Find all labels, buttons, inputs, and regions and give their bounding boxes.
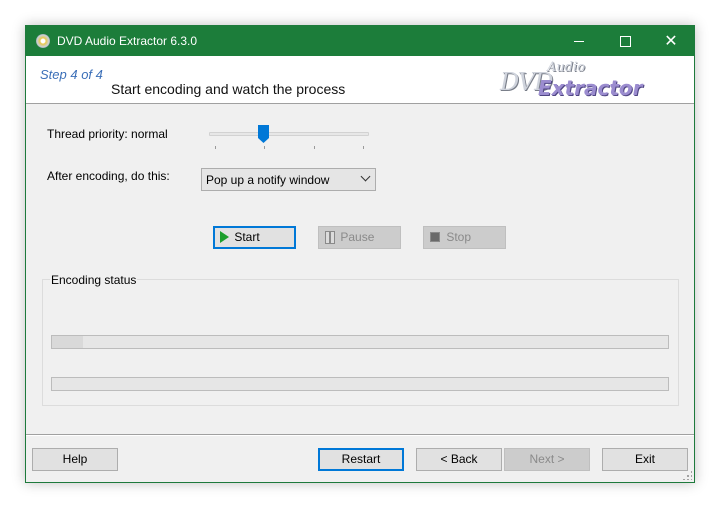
maximize-button[interactable] (602, 26, 648, 56)
slider-track[interactable] (209, 132, 369, 136)
close-icon: ✕ (664, 33, 678, 50)
pause-button[interactable]: Pause (318, 226, 401, 249)
after-encoding-label: After encoding, do this: (47, 169, 170, 183)
slider-tick (363, 146, 364, 149)
slider-thumb[interactable] (258, 125, 269, 143)
start-button[interactable]: Start (213, 226, 296, 249)
exit-button[interactable]: Exit (602, 448, 688, 471)
play-icon (220, 231, 229, 243)
logo-text-audio: Audio (547, 60, 586, 75)
dvd-disc-icon (36, 34, 50, 48)
encoding-status-title: Encoding status (50, 273, 138, 287)
slider-tick (215, 146, 216, 149)
window-title: DVD Audio Extractor 6.3.0 (57, 34, 198, 48)
footer-separator (26, 434, 694, 436)
title-bar[interactable]: DVD Audio Extractor 6.3.0 ✕ (26, 26, 694, 56)
slider-tick (264, 146, 265, 149)
back-button[interactable]: < Back (416, 448, 502, 471)
current-progress-bar (51, 335, 669, 349)
stop-label: Stop (446, 230, 472, 244)
thread-priority-slider[interactable] (209, 122, 369, 152)
resize-grip[interactable] (682, 470, 692, 480)
page-title: Start encoding and watch the process (111, 81, 346, 97)
stop-icon (430, 232, 440, 242)
pause-icon (325, 231, 335, 244)
start-label: Start (234, 230, 260, 244)
slider-tick (314, 146, 315, 149)
help-button[interactable]: Help (32, 448, 118, 471)
next-button[interactable]: Next > (504, 448, 590, 471)
pause-label: Pause (340, 230, 375, 244)
stop-button[interactable]: Stop (423, 226, 506, 249)
chevron-down-icon (360, 171, 371, 182)
close-button[interactable]: ✕ (648, 26, 694, 56)
app-window: DVD Audio Extractor 6.3.0 ✕ Step 4 of 4 … (25, 25, 695, 483)
progress-fill (52, 336, 83, 348)
logo-text-extractor: Extractor (538, 76, 643, 100)
after-encoding-select[interactable]: Pop up a notify window (201, 168, 376, 191)
thread-priority-label: Thread priority: normal (47, 127, 168, 141)
total-progress-bar (51, 377, 669, 391)
restart-button[interactable]: Restart (318, 448, 404, 471)
after-encoding-value: Pop up a notify window (206, 173, 330, 187)
minimize-button[interactable] (556, 26, 602, 56)
app-logo: DVD Audio Extractor (500, 60, 662, 100)
step-indicator: Step 4 of 4 (40, 67, 103, 82)
wizard-header: Step 4 of 4 Start encoding and watch the… (26, 56, 694, 104)
